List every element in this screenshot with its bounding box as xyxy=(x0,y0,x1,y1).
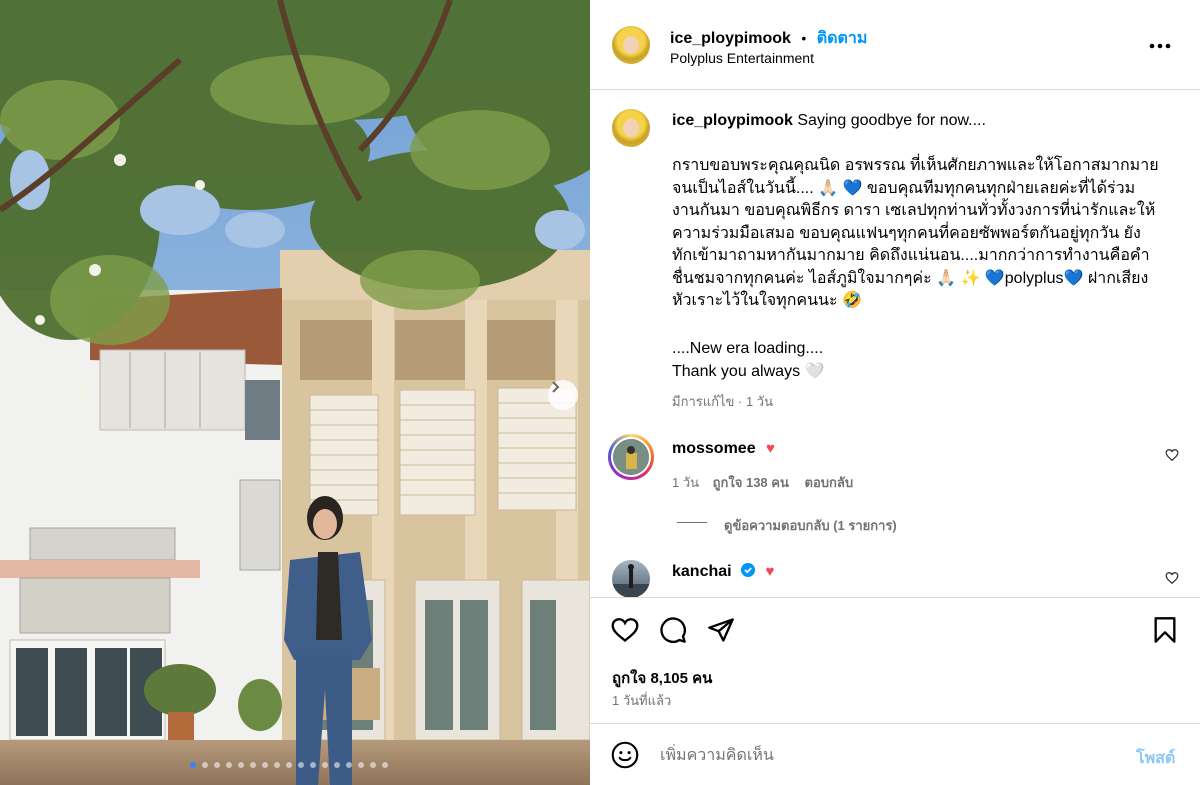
carousel-dot[interactable] xyxy=(274,762,280,768)
carousel-dot[interactable] xyxy=(370,762,376,768)
comment-username[interactable]: kanchai xyxy=(672,563,732,580)
composer-divider xyxy=(590,723,1200,724)
follow-button[interactable]: ติดตาม xyxy=(817,30,868,47)
carousel-dot[interactable] xyxy=(202,762,208,768)
photo-scene xyxy=(0,0,590,785)
carousel-dot[interactable] xyxy=(334,762,340,768)
caption-line: ชื่นชมจากทุกคนค่ะ ไอส์ภูมิใจมากๆค่ะ 🙏🏻 ✨… xyxy=(672,269,1149,287)
avatar-photo xyxy=(612,564,650,598)
caption-username[interactable]: ice_ploypimook xyxy=(672,112,793,129)
header-divider xyxy=(590,89,1200,90)
comment-like-icon[interactable] xyxy=(1165,571,1179,585)
comment-like-icon[interactable] xyxy=(1165,448,1179,462)
share-button[interactable] xyxy=(706,615,736,645)
chevron-right-icon xyxy=(552,381,560,393)
author-avatar[interactable] xyxy=(612,26,650,64)
comment-row: mossomee ♥ xyxy=(672,440,775,458)
caption-line: Thank you always 🤍 xyxy=(672,362,825,380)
more-options-button[interactable] xyxy=(1148,36,1172,56)
comment-username[interactable]: mossomee xyxy=(672,440,756,457)
carousel-dot[interactable] xyxy=(358,762,364,768)
caption-meta: มีการแก้ไข · 1 วัน xyxy=(672,394,773,409)
comment-input[interactable] xyxy=(660,744,1120,768)
comment-time: 1 วัน xyxy=(672,475,700,490)
caption-text: กราบขอบพระคุณคุณนิด อรพรรณ ที่เห็นศักยภา… xyxy=(672,155,1167,313)
carousel-dot[interactable] xyxy=(214,762,220,768)
reply-rule xyxy=(677,522,707,523)
carousel-indicator xyxy=(0,760,590,770)
caption-line: กราบขอบพระคุณคุณนิด อรพรรณ ที่เห็นศักยภา… xyxy=(672,157,1159,174)
avatar-photo xyxy=(613,439,649,475)
carousel-dot[interactable] xyxy=(298,762,304,768)
header-username[interactable]: ice_ploypimook xyxy=(670,30,791,47)
post-comment-button[interactable]: โพสต์ xyxy=(1136,746,1175,771)
carousel-dot[interactable] xyxy=(226,762,232,768)
caption-line: ทักเข้ามาถามหากันมากมาย คิดถึงแน่นอน....… xyxy=(672,247,1150,264)
post-detail-panel: ice_ploypimook • ติดตาม Polyplus Enterta… xyxy=(590,0,1200,785)
carousel-dot[interactable] xyxy=(346,762,352,768)
heart-icon xyxy=(611,618,639,642)
comment-emoji: ♥ xyxy=(766,440,775,457)
carousel-next-button[interactable] xyxy=(548,380,578,410)
caption-text-2: ....New era loading.... Thank you always… xyxy=(672,338,824,383)
caption-line: งานกันมา ขอบคุณพิธีกร ดารา เซเลปทุกท่านท… xyxy=(672,202,1156,219)
comment-reply-button[interactable]: ตอบกลับ xyxy=(805,475,854,490)
like-button[interactable] xyxy=(610,615,640,645)
carousel-dot[interactable] xyxy=(286,762,292,768)
carousel-dot[interactable] xyxy=(310,762,316,768)
header-subtitle[interactable]: Polyplus Entertainment xyxy=(670,50,814,66)
smiley-icon xyxy=(611,741,639,769)
more-horizontal-icon xyxy=(1149,43,1171,49)
view-replies-button[interactable]: ดูข้อความตอบกลับ (1 รายการ) xyxy=(724,515,897,536)
comment-avatar[interactable] xyxy=(608,434,654,480)
post-time: 1 วันที่แล้ว xyxy=(612,693,672,708)
actions-divider xyxy=(590,597,1200,598)
carousel-dot[interactable] xyxy=(238,762,244,768)
comment-meta: 1 วัน ถูกใจ 138 คน ตอบกลับ xyxy=(672,472,853,493)
caption-headline-row: ice_ploypimook Saying goodbye for now...… xyxy=(672,112,986,130)
caption-line: ความร่วมมือเสมอ ขอบคุณแฟนๆทุกคนที่คอยซัพ… xyxy=(672,224,1141,242)
caption-line: จนเป็นไอส์ในวันนี้.... 🙏🏻 💙 ขอบคุณทีมทุก… xyxy=(672,179,1136,197)
header-title: ice_ploypimook • ติดตาม xyxy=(670,26,867,51)
carousel-dot[interactable] xyxy=(382,762,388,768)
post-photo[interactable] xyxy=(0,0,590,785)
share-icon xyxy=(708,618,734,642)
like-count[interactable]: ถูกใจ 8,105 คน xyxy=(612,666,712,690)
comment-emoji: ♥ xyxy=(765,563,775,580)
caption-line: หัวเราะไว้ในใจทุกคนนะ 🤣 xyxy=(672,292,862,309)
carousel-dot[interactable] xyxy=(190,762,196,768)
comment-button[interactable] xyxy=(658,615,688,645)
comment-row: kanchai ♥ xyxy=(672,563,774,581)
caption-avatar[interactable] xyxy=(612,109,650,147)
verified-badge-icon xyxy=(741,563,756,577)
carousel-dot[interactable] xyxy=(322,762,328,768)
caption-line: ....New era loading.... xyxy=(672,340,824,357)
save-button[interactable] xyxy=(1150,615,1180,645)
header-separator: • xyxy=(801,30,807,46)
comment-icon xyxy=(660,617,686,643)
comment-avatar[interactable] xyxy=(612,560,650,598)
carousel-dot[interactable] xyxy=(262,762,268,768)
caption-headline: Saying goodbye for now.... xyxy=(797,112,986,129)
comment-likes[interactable]: ถูกใจ 138 คน xyxy=(713,475,789,490)
emoji-picker-button[interactable] xyxy=(610,740,640,770)
bookmark-icon xyxy=(1154,617,1176,643)
carousel-dot[interactable] xyxy=(250,762,256,768)
